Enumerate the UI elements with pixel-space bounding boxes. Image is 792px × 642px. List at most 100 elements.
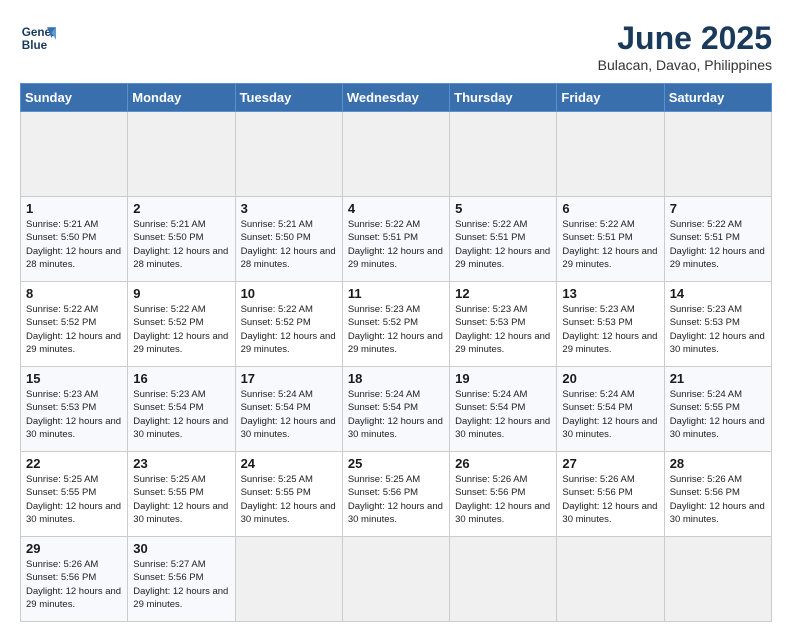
calendar-cell: 21 Sunrise: 5:24 AMSunset: 5:55 PMDayligh… [664, 367, 771, 452]
calendar-cell: 15 Sunrise: 5:23 AMSunset: 5:53 PMDayligh… [21, 367, 128, 452]
calendar-cell: 2Sunrise: 5:21 AMSunset: 5:50 PMDaylight… [128, 197, 235, 282]
column-header-saturday: Saturday [664, 84, 771, 112]
logo: General Blue [20, 20, 56, 56]
calendar-cell: 23Sunrise: 5:25 AMSunset: 5:55 PMDayligh… [128, 452, 235, 537]
day-number: 1 [26, 201, 122, 216]
day-info: Sunrise: 5:23 AMSunset: 5:53 PMDaylight:… [670, 303, 766, 356]
day-info: Sunrise: 5:22 AMSunset: 5:52 PMDaylight:… [241, 303, 337, 356]
svg-text:Blue: Blue [22, 39, 48, 52]
calendar-cell: 17 Sunrise: 5:24 AMSunset: 5:54 PMDayligh… [235, 367, 342, 452]
title-area: June 2025 Bulacan, Davao, Philippines [598, 20, 772, 73]
calendar-cell [21, 112, 128, 197]
day-info: Sunrise: 5:24 AMSunset: 5:54 PMDaylight:… [562, 388, 658, 441]
calendar-cell: 12 Sunrise: 5:23 AMSunset: 5:53 PMDayligh… [450, 282, 557, 367]
day-number: 11 [348, 286, 444, 301]
calendar-week-3: 8 Sunrise: 5:22 AMSunset: 5:52 PMDaylight… [21, 282, 772, 367]
day-number: 14 [670, 286, 766, 301]
day-number: 7 [670, 201, 766, 216]
day-number: 30 [133, 541, 229, 556]
calendar-cell [342, 112, 449, 197]
calendar-cell: 9 Sunrise: 5:22 AMSunset: 5:52 PMDaylight… [128, 282, 235, 367]
calendar-cell: 27Sunrise: 5:26 AMSunset: 5:56 PMDayligh… [557, 452, 664, 537]
calendar-cell: 5 Sunrise: 5:22 AMSunset: 5:51 PMDaylight… [450, 197, 557, 282]
calendar-cell [450, 537, 557, 622]
calendar-cell: 11 Sunrise: 5:23 AMSunset: 5:52 PMDayligh… [342, 282, 449, 367]
day-info: Sunrise: 5:24 AMSunset: 5:55 PMDaylight:… [670, 388, 766, 441]
calendar-cell: 19 Sunrise: 5:24 AMSunset: 5:54 PMDayligh… [450, 367, 557, 452]
day-number: 9 [133, 286, 229, 301]
column-header-tuesday: Tuesday [235, 84, 342, 112]
day-number: 12 [455, 286, 551, 301]
calendar-cell [235, 537, 342, 622]
calendar-cell [128, 112, 235, 197]
day-info: Sunrise: 5:22 AMSunset: 5:51 PMDaylight:… [348, 218, 444, 271]
day-number: 27 [562, 456, 658, 471]
day-number: 15 [26, 371, 122, 386]
calendar-cell: 30 Sunrise: 5:27 AMSunset: 5:56 PMDayligh… [128, 537, 235, 622]
column-header-sunday: Sunday [21, 84, 128, 112]
calendar-cell: 25 Sunrise: 5:25 AMSunset: 5:56 PMDayligh… [342, 452, 449, 537]
calendar-cell: 1 Sunrise: 5:21 AMSunset: 5:50 PMDaylight… [21, 197, 128, 282]
calendar-cell [557, 537, 664, 622]
day-number: 4 [348, 201, 444, 216]
day-number: 25 [348, 456, 444, 471]
calendar-table: SundayMondayTuesdayWednesdayThursdayFrid… [20, 83, 772, 622]
column-header-friday: Friday [557, 84, 664, 112]
column-header-wednesday: Wednesday [342, 84, 449, 112]
day-number: 2 [133, 201, 229, 216]
day-info: Sunrise: 5:23 AMSunset: 5:53 PMDaylight:… [455, 303, 551, 356]
calendar-cell: 18Sunrise: 5:24 AMSunset: 5:54 PMDayligh… [342, 367, 449, 452]
day-info: Sunrise: 5:21 AMSunset: 5:50 PMDaylight:… [26, 218, 122, 271]
column-header-thursday: Thursday [450, 84, 557, 112]
day-info: Sunrise: 5:23 AMSunset: 5:53 PMDaylight:… [562, 303, 658, 356]
calendar-cell [342, 537, 449, 622]
day-number: 24 [241, 456, 337, 471]
day-info: Sunrise: 5:24 AMSunset: 5:54 PMDaylight:… [455, 388, 551, 441]
calendar-cell: 4 Sunrise: 5:22 AMSunset: 5:51 PMDaylight… [342, 197, 449, 282]
day-number: 8 [26, 286, 122, 301]
day-info: Sunrise: 5:23 AMSunset: 5:54 PMDaylight:… [133, 388, 229, 441]
day-info: Sunrise: 5:22 AMSunset: 5:51 PMDaylight:… [455, 218, 551, 271]
day-number: 19 [455, 371, 551, 386]
calendar-cell: 3 Sunrise: 5:21 AMSunset: 5:50 PMDaylight… [235, 197, 342, 282]
calendar-week-6: 29 Sunrise: 5:26 AMSunset: 5:56 PMDayligh… [21, 537, 772, 622]
calendar-cell: 8 Sunrise: 5:22 AMSunset: 5:52 PMDaylight… [21, 282, 128, 367]
day-info: Sunrise: 5:23 AMSunset: 5:53 PMDaylight:… [26, 388, 122, 441]
calendar-cell: 20Sunrise: 5:24 AMSunset: 5:54 PMDayligh… [557, 367, 664, 452]
day-info: Sunrise: 5:22 AMSunset: 5:52 PMDaylight:… [133, 303, 229, 356]
calendar-cell: 28Sunrise: 5:26 AMSunset: 5:56 PMDayligh… [664, 452, 771, 537]
day-number: 29 [26, 541, 122, 556]
calendar-cell: 13 Sunrise: 5:23 AMSunset: 5:53 PMDayligh… [557, 282, 664, 367]
day-info: Sunrise: 5:26 AMSunset: 5:56 PMDaylight:… [455, 473, 551, 526]
day-info: Sunrise: 5:27 AMSunset: 5:56 PMDaylight:… [133, 558, 229, 611]
calendar-title: June 2025 [598, 20, 772, 57]
day-info: Sunrise: 5:24 AMSunset: 5:54 PMDaylight:… [241, 388, 337, 441]
day-number: 10 [241, 286, 337, 301]
day-info: Sunrise: 5:26 AMSunset: 5:56 PMDaylight:… [26, 558, 122, 611]
calendar-week-5: 22Sunrise: 5:25 AMSunset: 5:55 PMDayligh… [21, 452, 772, 537]
day-number: 21 [670, 371, 766, 386]
day-number: 17 [241, 371, 337, 386]
calendar-cell: 6Sunrise: 5:22 AMSunset: 5:51 PMDaylight… [557, 197, 664, 282]
day-info: Sunrise: 5:25 AMSunset: 5:55 PMDaylight:… [133, 473, 229, 526]
day-number: 28 [670, 456, 766, 471]
day-info: Sunrise: 5:23 AMSunset: 5:52 PMDaylight:… [348, 303, 444, 356]
calendar-cell: 7Sunrise: 5:22 AMSunset: 5:51 PMDaylight… [664, 197, 771, 282]
day-info: Sunrise: 5:22 AMSunset: 5:52 PMDaylight:… [26, 303, 122, 356]
calendar-cell [664, 537, 771, 622]
calendar-cell: 29 Sunrise: 5:26 AMSunset: 5:56 PMDayligh… [21, 537, 128, 622]
day-info: Sunrise: 5:21 AMSunset: 5:50 PMDaylight:… [241, 218, 337, 271]
day-info: Sunrise: 5:25 AMSunset: 5:55 PMDaylight:… [26, 473, 122, 526]
day-number: 18 [348, 371, 444, 386]
day-info: Sunrise: 5:25 AMSunset: 5:56 PMDaylight:… [348, 473, 444, 526]
header: General Blue June 2025 Bulacan, Davao, P… [20, 20, 772, 73]
calendar-cell [664, 112, 771, 197]
calendar-week-1 [21, 112, 772, 197]
day-number: 16 [133, 371, 229, 386]
day-number: 3 [241, 201, 337, 216]
calendar-cell [557, 112, 664, 197]
day-number: 26 [455, 456, 551, 471]
day-number: 5 [455, 201, 551, 216]
day-number: 13 [562, 286, 658, 301]
calendar-cell: 26 Sunrise: 5:26 AMSunset: 5:56 PMDayligh… [450, 452, 557, 537]
